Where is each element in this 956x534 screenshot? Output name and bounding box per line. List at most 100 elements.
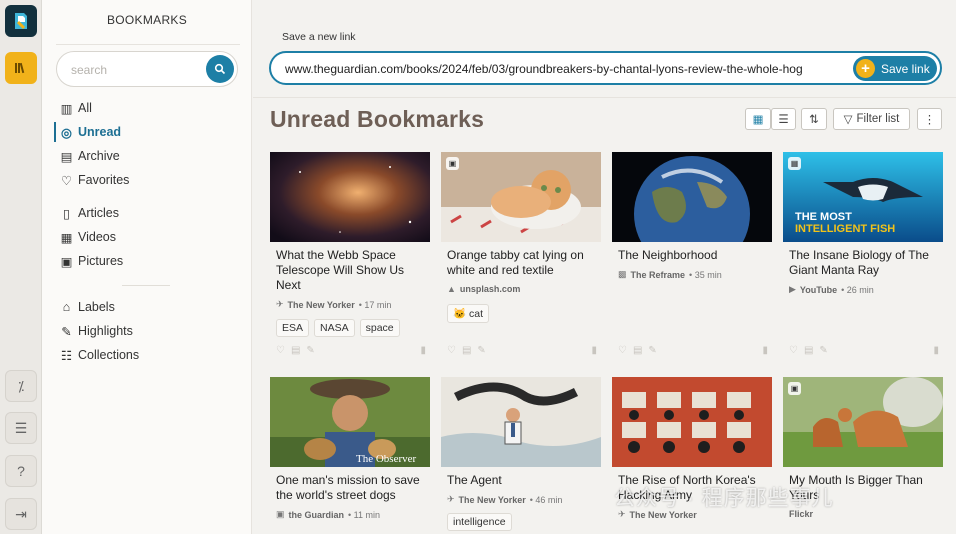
card-thumbnail[interactable]: THE MOST INTELLIGENT FISH ▦ [783, 152, 943, 242]
settings-sliders-icon[interactable]: ☰ [5, 412, 37, 444]
bookmark-card[interactable]: The Agent ✈ The New Yorker • 46 min intell… [441, 377, 601, 534]
card-thumbnail[interactable] [612, 152, 772, 242]
favorite-icon[interactable]: ♡ [447, 345, 456, 356]
delete-icon[interactable]: ▮ [762, 345, 768, 356]
card-meta: ▲ unsplash.com [447, 284, 520, 294]
delete-icon[interactable]: ▮ [420, 345, 426, 356]
card-meta: ✈ The New Yorker • 17 min [276, 299, 391, 310]
source-icon: ▩ [618, 269, 627, 279]
card-title[interactable]: The Agent [447, 473, 599, 488]
youtube-icon: ▶ [789, 284, 796, 294]
delete-icon[interactable]: ▮ [933, 345, 939, 356]
card-source: YouTube [799, 284, 838, 295]
tag[interactable]: intelligence [447, 513, 512, 531]
video-icon: ▦ [788, 157, 801, 170]
filter-list-label: Filter list [856, 113, 900, 125]
card-source: The New Yorker [287, 299, 355, 310]
sidebar-item-articles[interactable]: ▯ Articles [54, 203, 119, 223]
favorite-icon[interactable]: ♡ [276, 345, 285, 356]
card-thumbnail[interactable]: ▣ [783, 377, 943, 467]
sidebar-item-all[interactable]: ▥ All [54, 98, 92, 118]
bookmark-card[interactable]: The Neighborhood ▩ The Reframe • 35 min ♡ ▤… [612, 152, 772, 362]
search-input[interactable]: search [56, 51, 238, 87]
url-input[interactable]: www.theguardian.com/books/2024/feb/03/gr… [269, 51, 942, 85]
sidebar-item-labels[interactable]: ⌂ Labels [54, 297, 115, 317]
sidebar-item-pictures[interactable]: ▣ Pictures [54, 251, 124, 271]
sidebar-item-label: Favorites [78, 173, 130, 187]
guardian-icon: ▣ [276, 509, 285, 519]
source-icon: ✈ [447, 494, 455, 504]
pen-icon: ✎ [61, 324, 72, 339]
bookmark-card[interactable]: THE MOST INTELLIGENT FISH ▦ The Insane Bi… [783, 152, 943, 362]
sidebar-item-favorites[interactable]: ♡ Favorites [54, 170, 130, 190]
card-meta: ✈ The New Yorker • 46 min [447, 494, 562, 505]
tools-icon[interactable]: ⁒ [5, 370, 37, 402]
card-title[interactable]: Orange tabby cat lying on white and red … [447, 248, 599, 278]
archive-icon[interactable]: ▤ [291, 345, 300, 356]
sidebar-item-archive[interactable]: ▤ Archive [54, 146, 120, 166]
card-meta: ▣ the Guardian • 11 min [276, 509, 380, 520]
card-actions: ♡ ▤ ✎ ▮ [276, 345, 426, 356]
archive-icon[interactable]: ▤ [633, 345, 642, 356]
help-icon[interactable]: ? [5, 455, 37, 487]
card-thumbnail[interactable]: ▣ [441, 152, 601, 242]
sidebar-item-unread[interactable]: ◎ Unread [54, 122, 121, 142]
app-logo[interactable] [5, 5, 37, 37]
bookmark-card[interactable]: What the Webb Space Telescope Will Show … [270, 152, 430, 362]
card-meta: ▶ YouTube • 26 min [789, 284, 874, 295]
sidebar-item-label: Articles [78, 206, 119, 220]
source-icon: ▲ [447, 284, 456, 294]
search-button[interactable] [206, 55, 234, 83]
sort-icon[interactable]: ⇅ [801, 108, 827, 130]
filter-list-button[interactable]: ▽ Filter list [833, 108, 910, 130]
card-thumbnail[interactable] [441, 377, 601, 467]
edit-icon[interactable]: ✎ [306, 345, 314, 356]
tag[interactable]: space [359, 319, 400, 337]
bookmark-card[interactable]: The Observer One man's mission to save t… [270, 377, 430, 534]
edit-icon[interactable]: ✎ [648, 345, 656, 356]
list-view-icon[interactable]: ☰ [771, 108, 796, 130]
plus-icon: + [856, 59, 875, 78]
delete-icon[interactable]: ▮ [591, 345, 597, 356]
search-icon [214, 63, 226, 75]
card-thumbnail[interactable]: The Observer [270, 377, 430, 467]
url-input-value: www.theguardian.com/books/2024/feb/03/gr… [285, 62, 803, 76]
edit-icon[interactable]: ✎ [819, 345, 827, 356]
sidebar-item-videos[interactable]: ▦ Videos [54, 227, 116, 247]
check-circle-icon: ◎ [61, 125, 72, 140]
archive-icon: ▤ [60, 149, 73, 164]
grid-view-icon[interactable]: ▦ [745, 108, 771, 130]
tag[interactable]: 🐱 cat [447, 304, 489, 323]
card-title[interactable]: What the Webb Space Telescope Will Show … [276, 248, 428, 293]
library-icon: ▥ [60, 101, 73, 116]
favorite-icon[interactable]: ♡ [618, 345, 627, 356]
archive-icon[interactable]: ▤ [462, 345, 471, 356]
card-source: unsplash.com [459, 284, 521, 294]
more-options-icon[interactable]: ⋮ [917, 108, 942, 130]
film-icon: ▦ [60, 230, 73, 245]
tag-icon: ⌂ [62, 300, 71, 314]
save-link-button-label: Save link [881, 61, 930, 76]
card-thumbnail[interactable] [612, 377, 772, 467]
image-icon: ▣ [60, 254, 73, 269]
card-thumbnail[interactable] [270, 152, 430, 242]
edit-icon[interactable]: ✎ [477, 345, 485, 356]
card-tags: ESA NASA space [276, 319, 400, 337]
save-link-button[interactable]: + Save link [853, 56, 937, 81]
favorite-icon[interactable]: ♡ [789, 345, 798, 356]
filter-icon: ▽ [843, 114, 853, 126]
thumbnail-text: The Observer [356, 453, 417, 465]
bookmark-card[interactable]: ▣ Orange tabby cat lying on white and re… [441, 152, 601, 362]
bookmarks-icon[interactable] [5, 52, 37, 84]
card-title[interactable]: The Insane Biology of The Giant Manta Ra… [789, 248, 941, 278]
logout-icon[interactable]: ⇥ [5, 498, 37, 530]
card-title[interactable]: The Neighborhood [618, 248, 770, 263]
tag[interactable]: NASA [314, 319, 355, 337]
card-title[interactable]: One man's mission to save the world's st… [276, 473, 428, 503]
card-actions: ♡ ▤ ✎ ▮ [789, 345, 939, 356]
archive-icon[interactable]: ▤ [804, 345, 813, 356]
sidebar-item-collections[interactable]: ☷ Collections [54, 345, 139, 365]
card-actions: ♡ ▤ ✎ ▮ [618, 345, 768, 356]
tag[interactable]: ESA [276, 319, 310, 337]
sidebar-item-highlights[interactable]: ✎ Highlights [54, 321, 133, 341]
